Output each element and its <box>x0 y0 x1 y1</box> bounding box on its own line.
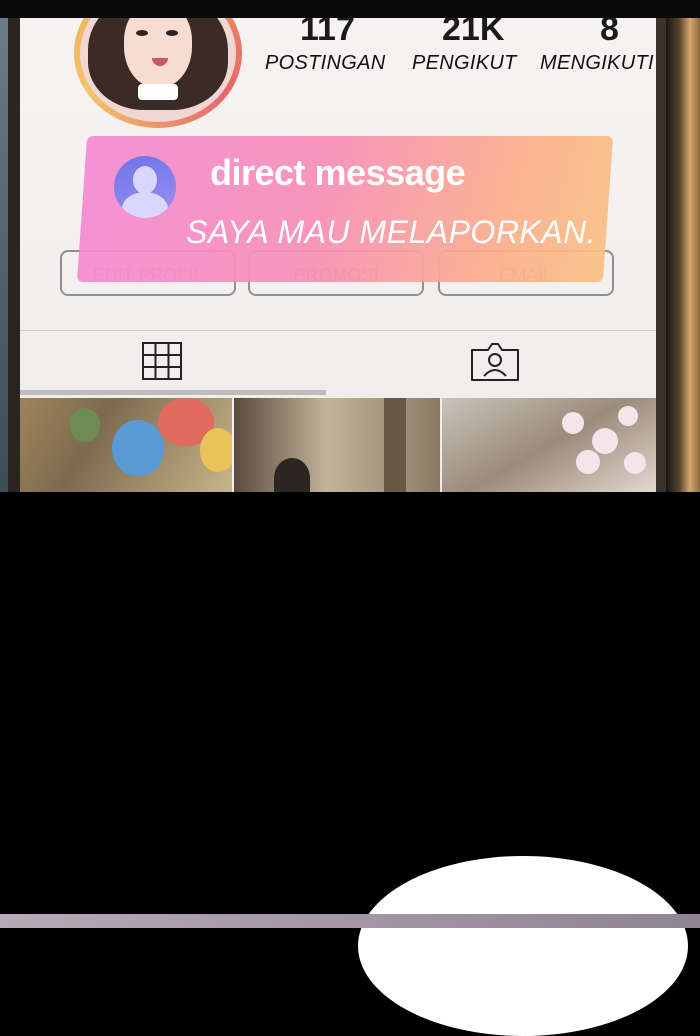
notification-title: direct message <box>210 152 466 193</box>
following-count[interactable]: 8 <box>600 18 619 49</box>
phone-edge <box>666 0 700 492</box>
comic-panel: 117 POSTINGAN 21K PENGIKUT 8 MENGIKUTI E… <box>0 0 700 492</box>
followers-count[interactable]: 21K <box>442 18 504 49</box>
tabs-divider <box>20 330 656 331</box>
notification-message: SAYA MAU MELAPORKAN. <box>186 214 597 250</box>
post-thumbnail[interactable] <box>442 398 656 492</box>
following-label[interactable]: MENGIKUTI <box>540 52 654 75</box>
tagged-person-icon[interactable] <box>468 342 522 387</box>
grid-icon[interactable] <box>142 342 182 385</box>
person-icon <box>114 156 176 218</box>
posts-count: 117 <box>300 18 355 48</box>
next-panel-edge <box>0 914 700 928</box>
posts-label: POSTINGAN <box>265 52 386 74</box>
post-thumbnail[interactable] <box>20 398 232 492</box>
panel-border <box>0 0 700 18</box>
post-thumbnail[interactable] <box>234 398 440 492</box>
active-tab-indicator <box>20 390 326 395</box>
speech-bubble <box>358 856 688 1036</box>
followers-label[interactable]: PENGIKUT <box>412 52 517 75</box>
